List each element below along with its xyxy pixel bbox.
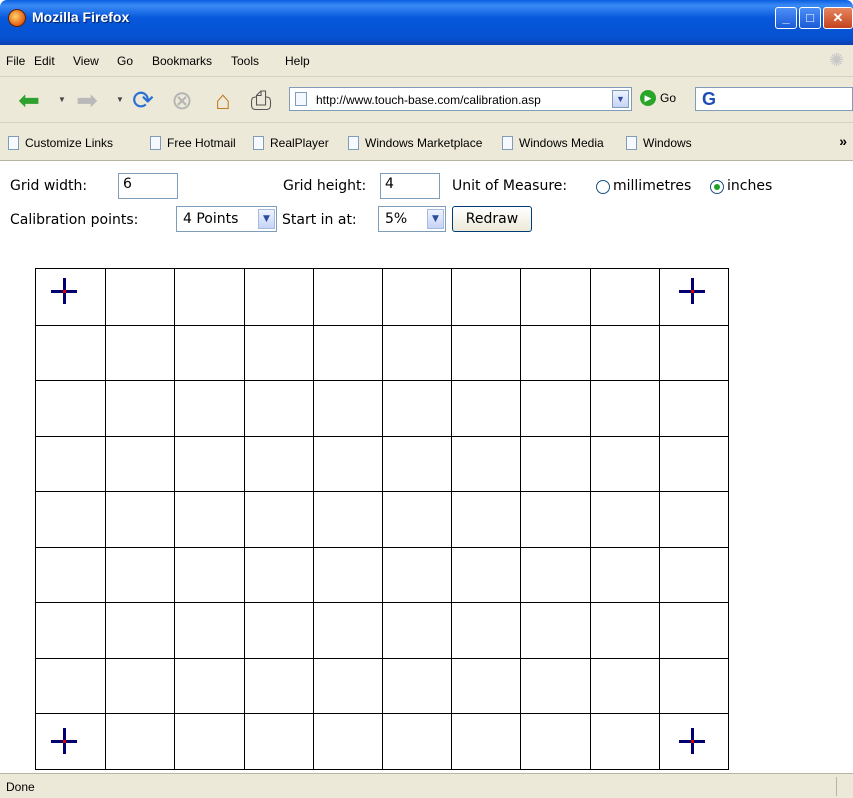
- crosshair-top-right: [679, 278, 705, 304]
- menu-tools[interactable]: Tools: [231, 54, 259, 68]
- url-text[interactable]: http://www.touch-base.com/calibration.as…: [316, 93, 541, 107]
- bookmarks-toolbar: Customize Links Free Hotmail RealPlayer …: [0, 123, 853, 161]
- menu-go[interactable]: Go: [117, 54, 133, 68]
- status-bar: Done: [0, 773, 853, 798]
- go-button[interactable]: ▶ Go: [640, 90, 676, 106]
- grid-column-line: [590, 269, 591, 769]
- status-text: Done: [6, 780, 35, 794]
- bookmark-windows-media[interactable]: Windows Media: [502, 135, 604, 150]
- crosshair-bottom-right: [679, 728, 705, 754]
- calibration-points-label: Calibration points:: [10, 212, 139, 228]
- bookmark-page-icon: [150, 135, 161, 150]
- stop-icon[interactable]: ⊗: [167, 85, 197, 115]
- title-bar: Mozilla Firefox _ □ ✕: [0, 0, 853, 45]
- inches-radio[interactable]: [710, 180, 724, 194]
- crosshair-center-dot: [63, 740, 66, 743]
- bookmark-windows-marketplace[interactable]: Windows Marketplace: [348, 135, 482, 150]
- millimetres-radio[interactable]: [596, 180, 610, 194]
- print-icon[interactable]: ⎙: [246, 85, 276, 115]
- google-icon[interactable]: G: [702, 89, 716, 110]
- minimize-button[interactable]: _: [775, 7, 797, 29]
- crosshair-center-dot: [691, 290, 694, 293]
- reload-icon[interactable]: ⟳: [128, 85, 158, 115]
- grid-column-line: [520, 269, 521, 769]
- url-field[interactable]: http://www.touch-base.com/calibration.as…: [289, 87, 632, 111]
- grid-column-line: [451, 269, 452, 769]
- grid-column-line: [105, 269, 106, 769]
- bookmark-customize-links[interactable]: Customize Links: [8, 135, 113, 150]
- grid-column-line: [659, 269, 660, 769]
- page-content: Grid width: 6 Grid height: 4 Unit of Mea…: [0, 161, 853, 773]
- menu-bookmarks[interactable]: Bookmarks: [152, 54, 212, 68]
- forward-icon[interactable]: ➡: [72, 85, 102, 115]
- bookmark-page-icon: [502, 135, 513, 150]
- grid-row-line: [36, 380, 728, 381]
- menu-bar: File Edit View Go Bookmarks Tools Help ✺: [0, 45, 853, 77]
- menu-view[interactable]: View: [73, 54, 99, 68]
- bookmark-realplayer[interactable]: RealPlayer: [253, 135, 329, 150]
- go-arrow-icon: ▶: [640, 90, 656, 106]
- menu-edit[interactable]: Edit: [34, 54, 55, 68]
- grid-row-line: [36, 658, 728, 659]
- grid-row-line: [36, 491, 728, 492]
- grid-row-line: [36, 602, 728, 603]
- forward-dropdown-icon[interactable]: ▼: [116, 95, 124, 104]
- grid-row-line: [36, 325, 728, 326]
- bookmark-page-icon: [253, 135, 264, 150]
- grid-height-input[interactable]: 4: [380, 173, 440, 199]
- crosshair-center-dot: [63, 290, 66, 293]
- bookmark-page-icon: [8, 135, 19, 150]
- calibration-points-select[interactable]: 4 Points ▼: [176, 206, 277, 232]
- status-divider: [836, 777, 837, 796]
- throbber-icon: ✺: [829, 50, 845, 70]
- bookmark-free-hotmail[interactable]: Free Hotmail: [150, 135, 236, 150]
- unit-of-measure-label: Unit of Measure:: [452, 178, 568, 194]
- bookmark-page-icon: [626, 135, 637, 150]
- start-in-label: Start in at:: [282, 212, 357, 228]
- back-icon[interactable]: ⬅: [14, 85, 44, 115]
- menu-file[interactable]: File: [6, 54, 25, 68]
- search-field[interactable]: G: [695, 87, 853, 111]
- grid-column-line: [313, 269, 314, 769]
- menu-help[interactable]: Help: [285, 54, 310, 68]
- window-title: Mozilla Firefox: [32, 9, 130, 25]
- grid-height-label: Grid height:: [283, 178, 367, 194]
- start-in-select[interactable]: 5% ▼: [378, 206, 446, 232]
- grid-column-line: [174, 269, 175, 769]
- grid-width-input[interactable]: 6: [118, 173, 178, 199]
- inches-label[interactable]: inches: [727, 178, 772, 194]
- grid-column-line: [244, 269, 245, 769]
- bookmark-page-icon: [348, 135, 359, 150]
- bookmarks-overflow-icon[interactable]: »: [839, 133, 847, 149]
- close-button[interactable]: ✕: [823, 7, 853, 29]
- home-icon[interactable]: ⌂: [208, 85, 238, 115]
- url-dropdown-icon[interactable]: ▼: [612, 90, 629, 108]
- bookmark-windows[interactable]: Windows: [626, 135, 692, 150]
- grid-width-label: Grid width:: [10, 178, 88, 194]
- millimetres-label[interactable]: millimetres: [613, 178, 691, 194]
- grid-row-line: [36, 436, 728, 437]
- grid-row-line: [36, 547, 728, 548]
- crosshair-top-left: [51, 278, 77, 304]
- calibration-points-value: 4 Points: [183, 211, 239, 227]
- back-dropdown-icon[interactable]: ▼: [58, 95, 66, 104]
- redraw-button[interactable]: Redraw: [452, 206, 532, 232]
- crosshair-bottom-left: [51, 728, 77, 754]
- start-in-value: 5%: [385, 211, 408, 227]
- crosshair-center-dot: [691, 740, 694, 743]
- grid-column-line: [382, 269, 383, 769]
- chevron-down-icon[interactable]: ▼: [427, 209, 444, 229]
- grid-row-line: [36, 713, 728, 714]
- page-icon: [295, 92, 307, 106]
- firefox-icon: [8, 9, 26, 27]
- chevron-down-icon[interactable]: ▼: [258, 209, 275, 229]
- calibration-grid: [35, 268, 729, 770]
- maximize-button[interactable]: □: [799, 7, 821, 29]
